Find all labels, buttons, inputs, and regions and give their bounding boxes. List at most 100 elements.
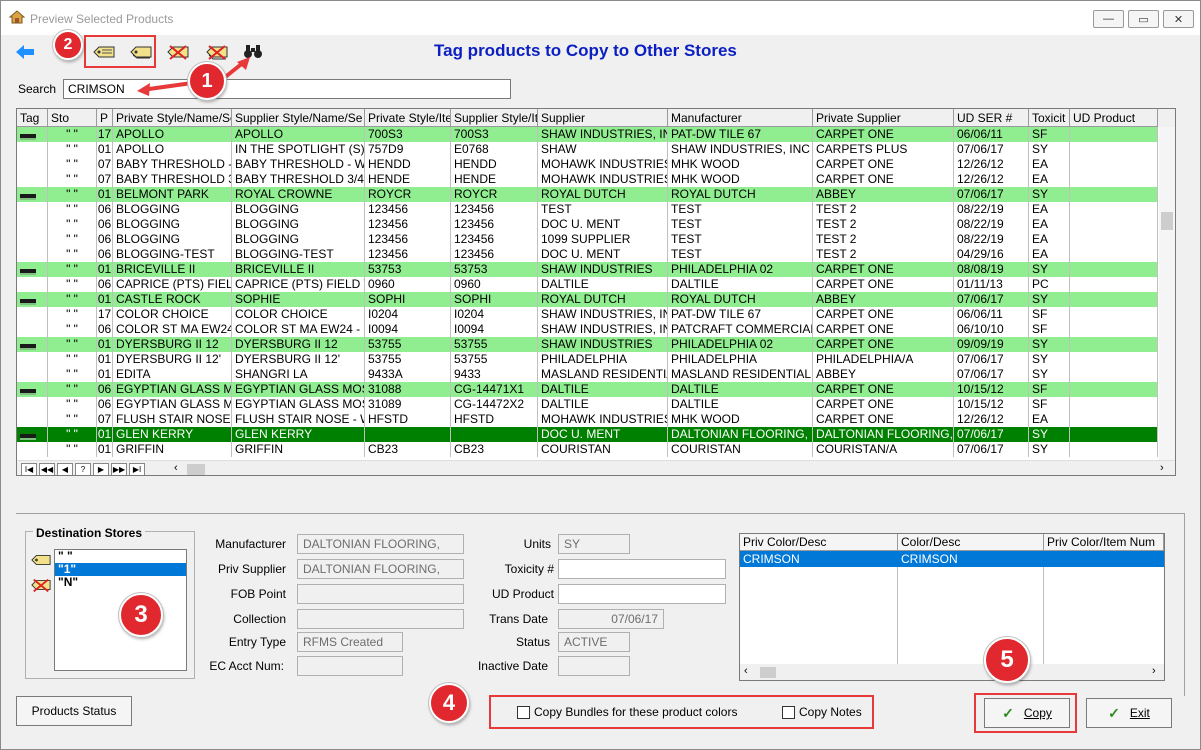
- cell-sto[interactable]: " ": [48, 412, 97, 427]
- cell-sitem[interactable]: 123456: [451, 247, 538, 262]
- cell-mfr[interactable]: ROYAL DUTCH: [668, 292, 813, 307]
- table-row[interactable]: " " 17 COLOR CHOICE COLOR CHOICE I0204 I0204 S…: [17, 307, 1158, 322]
- cell-pstyle[interactable]: CAPRICE (PTS) FIELD TILE: [113, 277, 232, 292]
- cell-mfr[interactable]: TEST: [668, 202, 813, 217]
- cell-tox[interactable]: SY: [1029, 262, 1070, 277]
- nav-button-3[interactable]: ?: [75, 463, 91, 475]
- tag-cell[interactable]: [17, 352, 48, 367]
- col-header-priv-color[interactable]: Priv Color/Desc: [740, 534, 898, 551]
- cell-udser[interactable]: 08/08/19: [954, 262, 1029, 277]
- cell-tox[interactable]: EA: [1029, 202, 1070, 217]
- field-toxicity[interactable]: [558, 559, 726, 579]
- cell-sto[interactable]: " ": [48, 397, 97, 412]
- cell-tox[interactable]: EA: [1029, 232, 1070, 247]
- cell-p[interactable]: 01: [97, 292, 113, 307]
- cell-p[interactable]: 06: [97, 382, 113, 397]
- tag-cell[interactable]: [17, 142, 48, 157]
- cell-pstyle[interactable]: BLOGGING: [113, 217, 232, 232]
- untag-store-icon[interactable]: [31, 577, 51, 596]
- cell-tox[interactable]: SY: [1029, 337, 1070, 352]
- cell-mfr[interactable]: DALTILE: [668, 277, 813, 292]
- cell-sto[interactable]: " ": [48, 247, 97, 262]
- cell-sto[interactable]: " ": [48, 367, 97, 382]
- cell-pitem[interactable]: 53755: [365, 352, 451, 367]
- cell-udser[interactable]: 08/22/19: [954, 217, 1029, 232]
- tag-cell[interactable]: [17, 337, 48, 352]
- table-row[interactable]: " " 01 GRIFFIN GRIFFIN CB23 CB23 COURISTAN COUR…: [17, 442, 1158, 457]
- cell-sto[interactable]: " ": [48, 172, 97, 187]
- cell-mfr[interactable]: MHK WOOD: [668, 412, 813, 427]
- cell-udser[interactable]: 01/11/13: [954, 277, 1029, 292]
- cell-sitem[interactable]: 53753: [451, 262, 538, 277]
- cell-sstyle[interactable]: ROYAL CROWNE: [232, 187, 365, 202]
- cell-sto[interactable]: " ": [48, 322, 97, 337]
- tag-cell[interactable]: [17, 217, 48, 232]
- cell-sitem[interactable]: [451, 427, 538, 442]
- nav-button-5[interactable]: ▶▶: [111, 463, 127, 475]
- cell-pitem[interactable]: 123456: [365, 217, 451, 232]
- cell-pitem[interactable]: 0960: [365, 277, 451, 292]
- cell-sto[interactable]: " ": [48, 292, 97, 307]
- cell-sto[interactable]: " ": [48, 187, 97, 202]
- table-row[interactable]: " "07BABY THRESHOLD 3/4" -BABY THRESHOLD…: [17, 172, 1158, 187]
- tag-cell[interactable]: [17, 127, 48, 142]
- tag-store-icon[interactable]: [31, 553, 51, 570]
- tag-cell[interactable]: [17, 397, 48, 412]
- cell-psupp[interactable]: CARPET ONE: [813, 322, 954, 337]
- cell-sstyle[interactable]: BRICEVILLE II: [232, 262, 365, 277]
- cell-supplier[interactable]: DALTILE: [538, 277, 668, 292]
- cell-p[interactable]: 06: [97, 277, 113, 292]
- cell-supplier[interactable]: MOHAWK INDUSTRIES: [538, 157, 668, 172]
- cell-pitem[interactable]: CB23: [365, 442, 451, 457]
- cell-udser[interactable]: 07/06/17: [954, 427, 1029, 442]
- cell-sstyle[interactable]: SOPHIE: [232, 292, 365, 307]
- cell-sstyle[interactable]: COLOR CHOICE: [232, 307, 365, 322]
- cell-mfr[interactable]: TEST: [668, 232, 813, 247]
- tag-cell[interactable]: [17, 172, 48, 187]
- cell-supplier[interactable]: 1099 SUPPLIER: [538, 232, 668, 247]
- cell-pstyle[interactable]: BLOGGING: [113, 202, 232, 217]
- cell-sto[interactable]: " ": [48, 217, 97, 232]
- cell-udprod[interactable]: [1070, 187, 1158, 202]
- cell-pitem[interactable]: 700S3: [365, 127, 451, 142]
- cell-tox[interactable]: EA: [1029, 247, 1070, 262]
- cell-udser[interactable]: 07/06/17: [954, 142, 1029, 157]
- tag-cell[interactable]: [17, 412, 48, 427]
- vertical-scrollbar[interactable]: [1159, 127, 1175, 460]
- cell-psupp[interactable]: ABBEY: [813, 187, 954, 202]
- cell-supplier[interactable]: SHAW INDUSTRIES, INC: [538, 307, 668, 322]
- cell-tox[interactable]: SY: [1029, 352, 1070, 367]
- cell-udser[interactable]: 07/06/17: [954, 352, 1029, 367]
- cell-udprod[interactable]: [1070, 262, 1158, 277]
- table-row[interactable]: " " 06 BLOGGING-TEST BLOGGING-TEST 123456 123…: [17, 247, 1158, 262]
- cell-tox[interactable]: EA: [1029, 217, 1070, 232]
- cell-p[interactable]: 07: [97, 412, 113, 427]
- cell-psupp[interactable]: ABBEY: [813, 367, 954, 382]
- cell-mfr[interactable]: COURISTAN: [668, 442, 813, 457]
- cell-supplier[interactable]: MASLAND RESIDENTIAL: [538, 367, 668, 382]
- minimize-button[interactable]: —: [1093, 10, 1124, 28]
- cell-sitem[interactable]: 53755: [451, 337, 538, 352]
- cell-sstyle[interactable]: COLOR ST MA EW24 - 24: [232, 322, 365, 337]
- cell-supplier[interactable]: PHILADELPHIA: [538, 352, 668, 367]
- col-header-tag[interactable]: Tag: [17, 109, 48, 127]
- cell-sitem[interactable]: 0960: [451, 277, 538, 292]
- tag-cell[interactable]: [17, 367, 48, 382]
- cell-psupp[interactable]: TEST 2: [813, 232, 954, 247]
- cell-sto[interactable]: " ": [48, 442, 97, 457]
- cell-udprod[interactable]: [1070, 367, 1158, 382]
- nav-button-2[interactable]: ◀: [57, 463, 73, 475]
- col-header-pstyle[interactable]: Private Style/Name/Serv: [113, 109, 232, 127]
- cell-pstyle[interactable]: COLOR ST MA EW24 - 24: [113, 322, 232, 337]
- cell-udprod[interactable]: [1070, 142, 1158, 157]
- cell-mfr[interactable]: PAT-DW TILE 67: [668, 127, 813, 142]
- cell-supplier[interactable]: MOHAWK INDUSTRIES: [538, 172, 668, 187]
- cell-pstyle[interactable]: EDITA: [113, 367, 232, 382]
- cell-pitem[interactable]: I0094: [365, 322, 451, 337]
- cell-udser[interactable]: 06/10/10: [954, 322, 1029, 337]
- color-row-item-num[interactable]: [1044, 551, 1164, 567]
- tag-cell[interactable]: [17, 232, 48, 247]
- cell-supplier[interactable]: DOC U. MENT: [538, 217, 668, 232]
- cell-psupp[interactable]: CARPET ONE: [813, 382, 954, 397]
- cell-pstyle[interactable]: GRIFFIN: [113, 442, 232, 457]
